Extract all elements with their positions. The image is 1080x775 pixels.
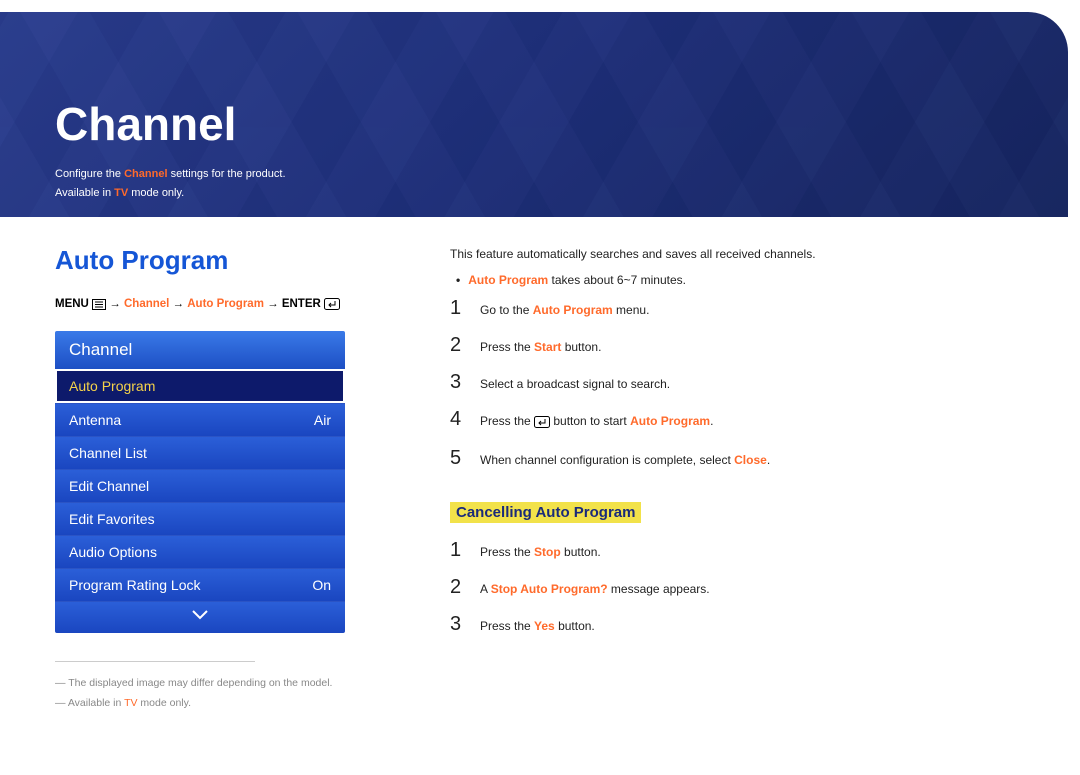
divider	[55, 661, 255, 662]
step: 5 When channel configuration is complete,…	[450, 447, 1025, 470]
menu-item-label: Edit Favorites	[69, 511, 155, 527]
menu-item-value: Air	[314, 412, 331, 428]
menu-item[interactable]: Antenna Air	[55, 403, 345, 436]
step-text: Press the Start button.	[480, 339, 1025, 356]
banner-subtitle: Configure the Channel settings for the p…	[55, 165, 1068, 202]
step-text: Press the Stop button.	[480, 544, 1025, 561]
step-text: Go to the Auto Program menu.	[480, 302, 1025, 319]
menu-item-label: Auto Program	[69, 378, 155, 394]
footnote-text: The displayed image may differ depending…	[68, 677, 332, 689]
step: 3 Select a broadcast signal to search.	[450, 371, 1025, 394]
menu-item[interactable]: Audio Options	[55, 535, 345, 568]
step: 1 Go to the Auto Program menu.	[450, 297, 1025, 320]
right-column: This feature automatically searches and …	[450, 245, 1025, 714]
page-banner: Channel Configure the Channel settings f…	[0, 12, 1068, 217]
step-number: 5	[450, 447, 466, 470]
nav-path: MENU → Channel → Auto Program → ENTER	[55, 298, 390, 313]
menu-item-label: Antenna	[69, 412, 121, 428]
step-number: 3	[450, 371, 466, 394]
text: settings for the product.	[168, 168, 286, 180]
enter-icon	[324, 298, 340, 313]
step-text: Select a broadcast signal to search.	[480, 376, 1025, 393]
highlight: Channel	[124, 168, 167, 180]
step-number: 1	[450, 539, 466, 562]
menu-item[interactable]: Edit Favorites	[55, 502, 345, 535]
step: 4 Press the button to start Auto Program.	[450, 408, 1025, 433]
highlight: TV	[124, 697, 137, 709]
step-number: 1	[450, 297, 466, 320]
menu-item[interactable]: Auto Program	[55, 369, 345, 403]
arrow: →	[169, 298, 187, 310]
step-number: 3	[450, 613, 466, 636]
text: Available in	[55, 187, 114, 199]
menu-item-value: On	[312, 577, 331, 593]
menu-item-label: Channel List	[69, 445, 147, 461]
step-text: Press the button to start Auto Program.	[480, 413, 1025, 433]
menu-item[interactable]: Channel List	[55, 436, 345, 469]
menu-scroll-down[interactable]	[55, 601, 345, 633]
footnote: ― The displayed image may differ dependi…	[55, 674, 390, 714]
nav-segment: Channel	[124, 298, 169, 310]
menu-header: Channel	[55, 331, 345, 369]
section-title: Auto Program	[55, 245, 390, 276]
intro-text: This feature automatically searches and …	[450, 245, 1025, 263]
step-text: Press the Yes button.	[480, 618, 1025, 635]
chevron-down-icon	[190, 607, 210, 621]
menu-item-label: Audio Options	[69, 544, 157, 560]
nav-segment: Auto Program	[187, 298, 264, 310]
subheading: Cancelling Auto Program	[450, 502, 641, 523]
menu-item[interactable]: Program Rating Lock On	[55, 568, 345, 601]
bullet-text: Auto Program takes about 6~7 minutes.	[468, 273, 686, 287]
step-number: 2	[450, 576, 466, 599]
menu-icon	[92, 299, 106, 313]
step-number: 2	[450, 334, 466, 357]
highlight: Auto Program	[468, 273, 548, 287]
menu-item-label: Edit Channel	[69, 478, 149, 494]
text: Available in	[68, 697, 124, 709]
step: 3 Press the Yes button.	[450, 613, 1025, 636]
highlight: TV	[114, 187, 128, 199]
step-number: 4	[450, 408, 466, 431]
text: Configure the	[55, 168, 124, 180]
bullet-dot: •	[456, 273, 460, 287]
steps-list: 1 Go to the Auto Program menu. 2 Press the …	[450, 297, 1025, 470]
step: 2 Press the Start button.	[450, 334, 1025, 357]
steps-list-cancel: 1 Press the Stop button. 2 A Stop Auto Prog…	[450, 539, 1025, 636]
menu-label: MENU	[55, 298, 89, 310]
arrow: →	[264, 298, 282, 310]
page-title: Channel	[55, 97, 1068, 151]
step: 2 A Stop Auto Program? message appears.	[450, 576, 1025, 599]
arrow: →	[109, 298, 124, 310]
menu-item[interactable]: Edit Channel	[55, 469, 345, 502]
text: mode only.	[128, 187, 184, 199]
enter-label: ENTER	[282, 298, 321, 310]
bullet-note: • Auto Program takes about 6~7 minutes.	[456, 273, 1025, 287]
left-column: Auto Program MENU → Channel → Auto Progr…	[55, 245, 390, 714]
tv-menu: Channel Auto Program Antenna Air Channel Li…	[55, 331, 345, 633]
menu-item-label: Program Rating Lock	[69, 577, 201, 593]
text: takes about 6~7 minutes.	[548, 273, 686, 287]
step: 1 Press the Stop button.	[450, 539, 1025, 562]
step-text: When channel configuration is complete, …	[480, 452, 1025, 469]
enter-icon	[534, 416, 550, 433]
text: mode only.	[138, 697, 192, 709]
step-text: A Stop Auto Program? message appears.	[480, 581, 1025, 598]
